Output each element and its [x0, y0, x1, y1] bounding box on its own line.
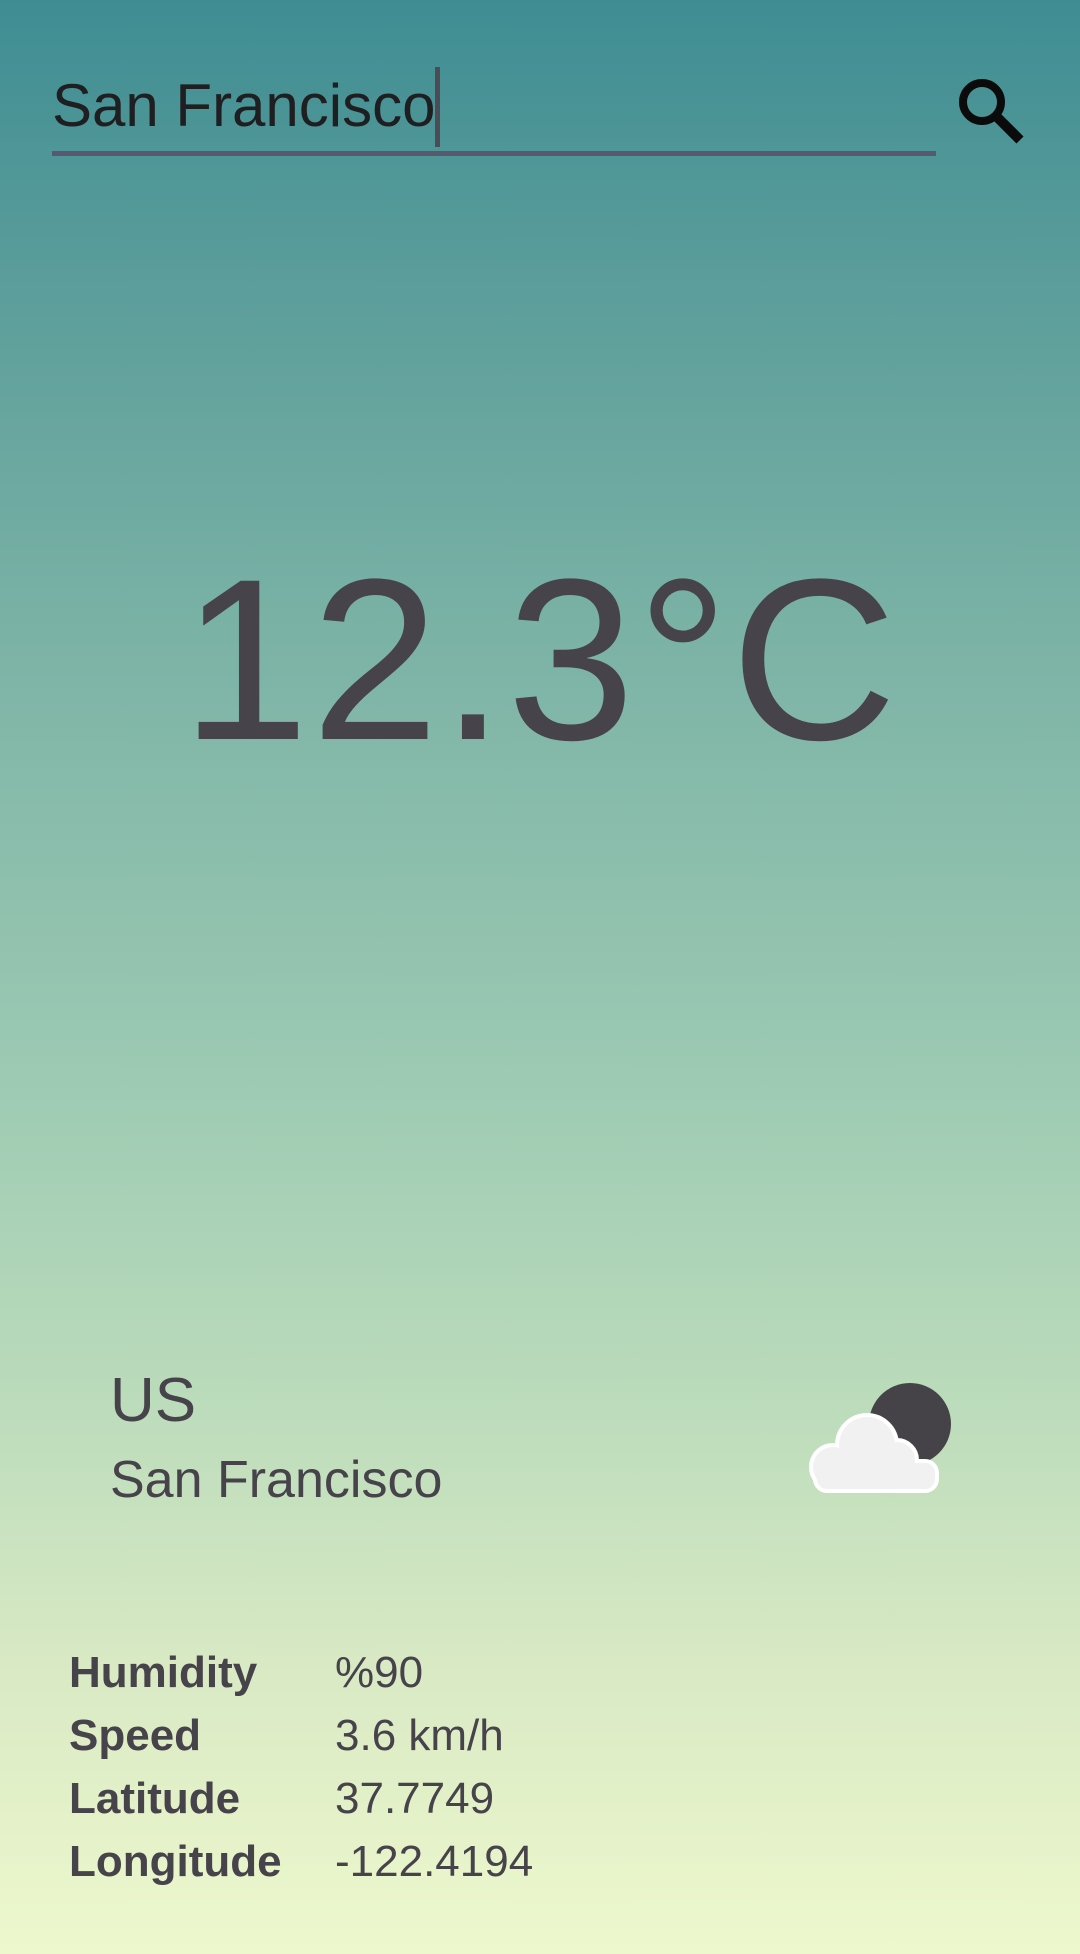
weather-details: Humidity %90 Speed 3.6 km/h Latitude 37.… [69, 1641, 533, 1893]
speed-label: Speed [69, 1710, 202, 1760]
detail-row-speed: Speed 3.6 km/h [69, 1704, 533, 1767]
temperature-display: 12.3°C [181, 531, 899, 788]
search-button[interactable] [950, 70, 1030, 150]
longitude-value: -122.4194 [335, 1836, 534, 1886]
latitude-label: Latitude [69, 1773, 241, 1823]
detail-row-longitude: Longitude -122.4194 [69, 1830, 533, 1893]
cloud-night-icon [809, 1383, 951, 1493]
city-search-input[interactable] [52, 60, 936, 156]
city-name: San Francisco [110, 1451, 443, 1509]
longitude-label: Longitude [69, 1836, 282, 1886]
detail-row-latitude: Latitude 37.7749 [69, 1767, 533, 1830]
humidity-label: Humidity [69, 1647, 258, 1697]
search-bar [52, 60, 936, 160]
detail-row-humidity: Humidity %90 [69, 1641, 533, 1704]
latitude-value: 37.7749 [335, 1773, 495, 1823]
speed-value: 3.6 km/h [335, 1710, 504, 1760]
country-code: US [110, 1366, 197, 1435]
humidity-value: %90 [335, 1647, 424, 1697]
search-icon [959, 79, 1024, 144]
text-cursor [435, 67, 440, 147]
